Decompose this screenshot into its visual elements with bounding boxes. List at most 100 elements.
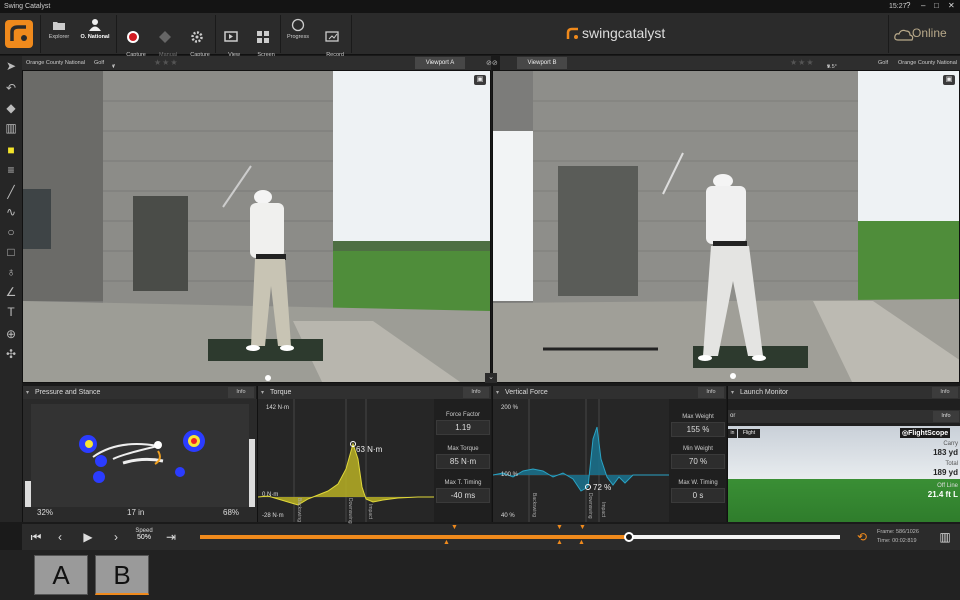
marker-icon[interactable]: ▲: [578, 539, 585, 546]
panel-title: Launch Monitor: [740, 389, 789, 396]
layout-icon: [257, 31, 269, 43]
crosshair-tool-icon[interactable]: ✣: [3, 346, 19, 362]
view-modes-icon: [224, 31, 238, 42]
step-forward-icon[interactable]: ›: [106, 528, 126, 546]
marker-icon[interactable]: ▼: [556, 524, 563, 531]
rating-stars[interactable]: ★★★: [154, 58, 179, 67]
camera-icon[interactable]: ▣: [474, 75, 486, 85]
rectangle-tool-icon[interactable]: □: [3, 244, 19, 260]
circle-tool-icon[interactable]: ○: [3, 224, 19, 240]
screen-layout-button[interactable]: Screen Layout: [249, 13, 277, 64]
event-label: Backswing: [296, 498, 302, 522]
trash-icon[interactable]: ▥: [3, 120, 19, 136]
body-tool-icon[interactable]: ♁: [3, 264, 19, 280]
freehand-tool-icon[interactable]: ∿: [3, 204, 19, 220]
y-min-label: 40 %: [501, 513, 515, 519]
flightscope-logo: ◎FlightScope: [900, 428, 951, 438]
capture-options-button[interactable]: Capture Options: [182, 13, 212, 64]
eraser-icon[interactable]: ◆: [3, 100, 19, 116]
record-lesson-button[interactable]: Record Lesson: [316, 13, 348, 64]
sport-label: Golf: [94, 60, 105, 66]
marker-icon[interactable]: ▼: [579, 524, 586, 531]
angle-tool-icon[interactable]: ∠: [3, 284, 19, 300]
online-status[interactable]: Online: [892, 23, 956, 45]
timeline-handle[interactable]: [623, 532, 634, 542]
chevron-down-icon[interactable]: ▾: [496, 389, 499, 396]
marker-icon[interactable]: ▼: [451, 524, 458, 531]
app-title: Swing Catalyst: [4, 3, 51, 10]
maximize-button[interactable]: □: [934, 1, 939, 10]
zoom-tool-icon[interactable]: ⊕: [3, 326, 19, 342]
thumbnail-a[interactable]: A: [34, 555, 88, 595]
max-weight-metric: Max Weight 155 %: [671, 414, 725, 437]
event-label: Impact: [600, 502, 606, 518]
select-tool-icon[interactable]: ➤: [3, 58, 19, 74]
chevron-down-icon[interactable]: ▾: [26, 389, 29, 396]
link-viewports-icon[interactable]: ⊘⊘: [486, 59, 498, 67]
text-tool-icon[interactable]: T: [3, 304, 19, 320]
clip-thumbnails: A B: [0, 550, 960, 600]
help-button[interactable]: ?: [906, 1, 910, 10]
info-button[interactable]: Info: [933, 411, 959, 422]
chevron-down-icon[interactable]: ▾: [261, 389, 264, 396]
thumbnail-b[interactable]: B: [95, 555, 149, 595]
panel-header: ▾ Vertical Force Info: [493, 386, 726, 399]
line-width-icon[interactable]: ≡: [3, 162, 19, 178]
tab-viewport-a[interactable]: Viewport A: [415, 57, 465, 69]
capture-off-button[interactable]: Capture Off: [119, 13, 147, 64]
viewport-b-header: Viewport B ★★★ ▾ 9.5° Driver Golf Orange…: [500, 56, 960, 76]
min-weight-metric: Min Weight 70 %: [671, 446, 725, 469]
camera-icon[interactable]: ▣: [943, 75, 955, 85]
close-button[interactable]: ✕: [948, 1, 955, 10]
manual-trigger-button[interactable]: Manual Trigger: [150, 13, 180, 64]
marker-icon[interactable]: ▲: [443, 539, 450, 546]
drawing-tools: ➤ ↶ ◆ ▥ ■ ≡ ╱ ∿ ○ □ ♁ ∠ T ⊕ ✣: [0, 56, 22, 522]
playback-bar: ⏮ ‹ ▶ › Speed 50% ⇥ ▼ ▼ ▼ ▲ ▲ ▲ ⟲ Frame:…: [22, 524, 960, 550]
rating-stars[interactable]: ★★★: [790, 58, 815, 67]
location-label: Orange County National: [26, 60, 86, 66]
flightscope-view: in Flight ◎FlightScope Carry 183 yd Tota…: [728, 426, 960, 522]
viewport-a-header: Orange County National Golf ▾ 7 Iron ★★★…: [22, 56, 491, 76]
timeline-slider[interactable]: ▼ ▼ ▼ ▲ ▲ ▲: [200, 524, 840, 546]
speed-control[interactable]: Speed 50%: [132, 528, 156, 541]
undo-icon[interactable]: ↶: [3, 80, 19, 96]
info-button[interactable]: Info: [228, 387, 254, 398]
record-icon: [127, 31, 139, 43]
step-back-icon[interactable]: ‹: [50, 528, 70, 546]
user-icon: [89, 19, 101, 31]
sport-label: Golf: [878, 60, 889, 66]
viewport-b-video[interactable]: ▣: [492, 70, 960, 383]
trim-icon[interactable]: ⇥: [161, 528, 181, 546]
info-button[interactable]: Info: [698, 387, 724, 398]
chevron-down-icon[interactable]: ▾: [731, 389, 734, 396]
view-modes-button[interactable]: View Modes: [218, 13, 244, 64]
main-toolbar: Explorer O. National Capture Off Manual …: [0, 13, 960, 64]
minimize-button[interactable]: –: [921, 1, 925, 10]
pressure-map: [23, 399, 257, 522]
play-icon[interactable]: ▶: [78, 528, 98, 546]
tab-flight[interactable]: Flight: [738, 429, 760, 438]
panel-title: Pressure and Stance: [35, 389, 101, 396]
panel-title: Torque: [270, 389, 292, 396]
info-button[interactable]: Info: [932, 387, 958, 398]
left-pressure-pct: 32%: [37, 508, 54, 517]
tab-in[interactable]: in: [728, 429, 737, 438]
line-tool-icon[interactable]: ╱: [3, 184, 19, 200]
marker-icon[interactable]: ▲: [556, 539, 563, 546]
collapse-viewports-icon[interactable]: ⌄: [485, 373, 497, 383]
color-picker-icon[interactable]: ■: [3, 142, 19, 158]
viewport-a-video[interactable]: ▣: [22, 70, 491, 383]
user-button[interactable]: O. National: [77, 13, 113, 55]
event-label: Backswing: [531, 493, 537, 517]
tab-viewport-b[interactable]: Viewport B: [517, 57, 567, 69]
max-weight-timing-metric: Max W. Timing 0 s: [671, 480, 725, 503]
loop-icon[interactable]: ⟲: [852, 528, 872, 546]
skip-start-icon[interactable]: ⏮: [26, 528, 46, 546]
library-icon[interactable]: ▥: [935, 528, 955, 546]
folder-icon: [53, 22, 65, 30]
progress-button[interactable]: Progress: [283, 13, 313, 55]
info-button[interactable]: Info: [463, 387, 489, 398]
trigger-icon: [159, 31, 171, 43]
swing-video-frame-b: [493, 71, 959, 382]
explorer-button[interactable]: Explorer: [44, 13, 74, 55]
